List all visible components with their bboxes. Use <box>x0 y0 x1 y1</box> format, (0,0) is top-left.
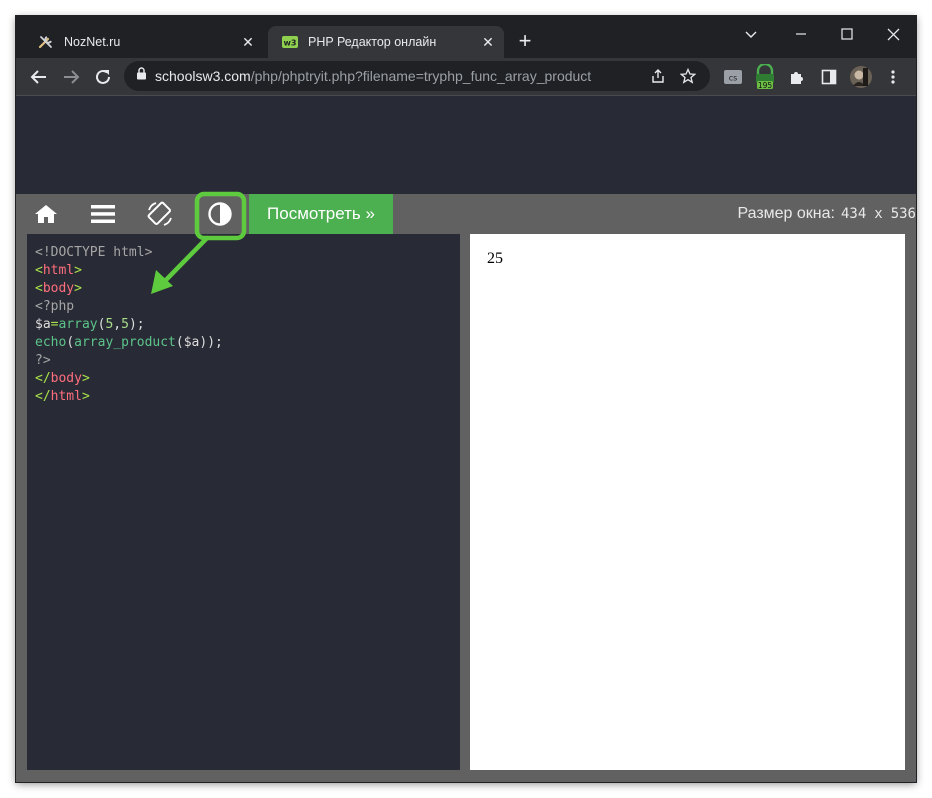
forward-button[interactable] <box>58 64 84 90</box>
code-token: body <box>50 371 82 386</box>
close-window-button[interactable] <box>870 20 916 48</box>
code-token: <?php <box>35 299 75 314</box>
page-banner <box>16 96 916 194</box>
code-line: echo(array_product($a)); <box>35 334 460 352</box>
menu-button[interactable] <box>76 194 130 234</box>
side-panel-icon[interactable] <box>816 64 842 90</box>
minimize-icon <box>796 33 806 35</box>
back-button[interactable] <box>26 64 52 90</box>
lock-icon[interactable] <box>136 67 147 85</box>
code-editor[interactable]: <!DOCTYPE html> <html> <body> <?php $a=array… <box>27 234 460 770</box>
code-token: < <box>35 281 43 296</box>
close-icon[interactable]: ✕ <box>480 34 496 50</box>
new-tab-button[interactable]: + <box>514 30 536 53</box>
code-token: ); <box>128 317 145 332</box>
code-token: </ <box>35 389 51 404</box>
contrast-icon <box>208 202 232 226</box>
tab-title: NozNet.ru <box>64 35 121 49</box>
share-icon[interactable] <box>646 64 670 88</box>
tab-php-editor[interactable]: w3 PHP Редактор онлайн ✕ <box>268 26 504 58</box>
window-width: 434 <box>840 206 867 222</box>
code-token: < <box>35 263 43 278</box>
rotate-layout-icon <box>147 201 172 226</box>
code-token: , <box>113 317 122 332</box>
home-button[interactable] <box>19 194 73 234</box>
result-frame: 25 <box>470 234 905 770</box>
code-token: ( <box>66 335 75 350</box>
code-line: </body> <box>35 370 460 388</box>
svg-text:cs: cs <box>729 74 738 83</box>
code-token: </ <box>35 371 51 386</box>
code-token: ( <box>175 335 184 350</box>
code-token: <!DOCTYPE html> <box>35 245 153 260</box>
tab-noznet[interactable]: NozNet.ru ✕ <box>24 26 264 58</box>
tab-title: PHP Редактор онлайн <box>308 35 437 49</box>
run-button[interactable]: Посмотреть » <box>249 194 393 234</box>
code-token: > <box>74 281 82 296</box>
tab-search-button[interactable] <box>728 20 774 48</box>
arrow-left-icon <box>30 70 46 84</box>
home-icon <box>35 205 57 223</box>
code-token: $a <box>183 335 200 350</box>
code-line: </html> <box>35 388 460 406</box>
window-size-readout: Размер окна: 434 x 536 <box>737 194 916 234</box>
code-token: array <box>58 317 98 332</box>
w3schools-icon: w3 <box>282 34 298 50</box>
star-icon[interactable] <box>676 64 700 88</box>
close-icon[interactable]: ✕ <box>240 34 256 50</box>
menu-dots-icon[interactable] <box>880 64 906 90</box>
code-token: ?> <box>35 353 51 368</box>
code-token: array_product <box>74 335 176 350</box>
code-token: html <box>50 389 82 404</box>
code-line: <body> <box>35 280 460 298</box>
code-token: 5 <box>121 317 129 332</box>
close-icon <box>887 28 899 40</box>
maximize-button[interactable] <box>824 20 870 48</box>
url-text: schoolsw3.com/php/phptryit.php?filename=… <box>155 68 640 84</box>
code-line: <?php <box>35 298 460 316</box>
code-token: > <box>81 371 90 386</box>
tryit-toolbar: Посмотреть » Размер окна: 434 x 536 <box>16 194 916 234</box>
tryit-workspace: <!DOCTYPE html> <html> <body> <?php $a=array… <box>16 234 916 782</box>
avatar[interactable] <box>848 64 874 90</box>
puzzle-icon[interactable] <box>784 64 810 90</box>
tools-icon <box>38 34 54 50</box>
chevron-down-icon <box>745 31 757 38</box>
hamburger-icon <box>91 205 115 223</box>
reload-button[interactable] <box>90 64 116 90</box>
code-line: <html> <box>35 262 460 280</box>
maximize-icon <box>841 28 853 40</box>
code-token: echo <box>35 335 67 350</box>
browser-toolbar: schoolsw3.com/php/phptryit.php?filename=… <box>16 58 916 96</box>
rotate-button[interactable] <box>133 194 187 234</box>
browser-window: NozNet.ru ✕ w3 PHP Редактор онлайн ✕ + s… <box>16 16 916 782</box>
extension-vpn-icon[interactable]: 195 <box>752 64 778 90</box>
code-token: $a <box>35 317 51 332</box>
reload-icon <box>96 69 110 84</box>
extension-cs-icon[interactable]: cs <box>720 64 746 90</box>
url-host: schoolsw3.com <box>155 68 251 84</box>
url-path: /php/phptryit.php?filename=tryphp_func_a… <box>250 68 592 84</box>
times-sign: x <box>874 206 883 222</box>
code-line: <!DOCTYPE html> <box>35 244 460 262</box>
address-bar[interactable]: schoolsw3.com/php/phptryit.php?filename=… <box>124 61 710 91</box>
code-token: > <box>74 263 82 278</box>
code-token: body <box>42 281 75 296</box>
code-line: $a=array(5,5); <box>35 316 460 334</box>
window-size-label: Размер окна: <box>737 205 835 222</box>
code-token: )); <box>199 335 223 350</box>
code-token: html <box>42 263 75 278</box>
minimize-button[interactable] <box>778 20 824 48</box>
code-token: > <box>81 389 90 404</box>
svg-text:w3: w3 <box>284 39 297 48</box>
code-line: ?> <box>35 352 460 370</box>
tab-strip: NozNet.ru ✕ w3 PHP Редактор онлайн ✕ + <box>16 16 916 58</box>
result-output: 25 <box>487 250 503 267</box>
arrow-right-icon <box>64 70 80 84</box>
extension-badge: 195 <box>758 81 773 90</box>
window-height: 536 <box>890 206 916 222</box>
theme-toggle-button[interactable] <box>194 194 246 234</box>
